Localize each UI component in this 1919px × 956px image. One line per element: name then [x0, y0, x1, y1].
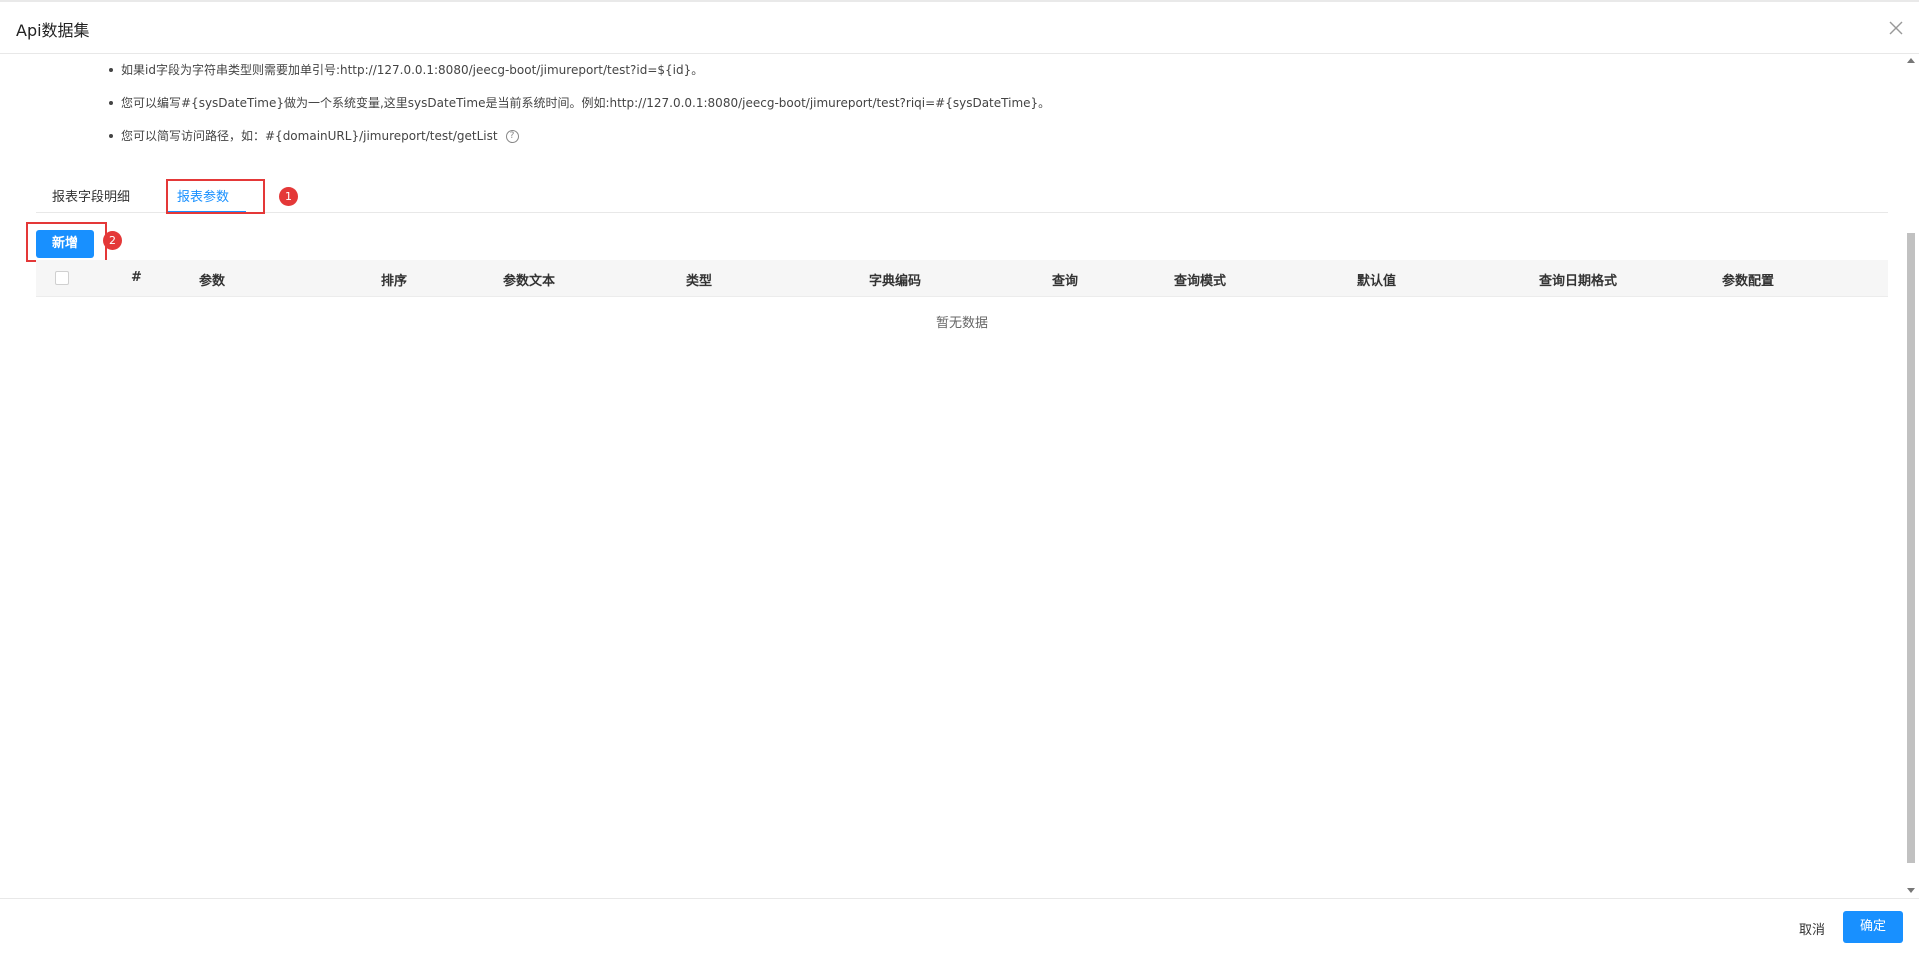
column-header: 查询	[1052, 274, 1079, 289]
highlight-box-tab	[166, 179, 265, 214]
select-all-checkbox[interactable]	[55, 271, 69, 285]
column-header: 查询日期格式	[1539, 274, 1618, 289]
scroll-down-icon[interactable]	[1907, 888, 1915, 893]
tip-item: 如果id字段为字符串类型则需要加单引号:http://127.0.0.1:808…	[108, 58, 1050, 91]
tips-list: 如果id字段为字符串类型则需要加单引号:http://127.0.0.1:808…	[108, 58, 1051, 157]
column-header: 排序	[381, 274, 408, 289]
table-header: # 参数 排序 参数文本 类型 字典编码 查询 查询模式 默认值 查询日期格式 …	[36, 260, 1888, 297]
vertical-scrollbar[interactable]	[1905, 55, 1917, 895]
scroll-up-icon[interactable]	[1907, 58, 1915, 63]
params-table: # 参数 排序 参数文本 类型 字典编码 查询 查询模式 默认值 查询日期格式 …	[36, 260, 1888, 331]
dialog-footer: 取消 确定	[0, 898, 1919, 956]
tip-text: 您可以简写访问路径，如：#{domainURL}/jimureport/test…	[121, 129, 498, 143]
column-header: 参数	[199, 274, 226, 289]
tab-bar: 报表字段明细 报表参数	[36, 178, 1888, 213]
question-icon[interactable]: ?	[505, 130, 519, 143]
column-header: #	[131, 270, 142, 285]
empty-state: 暂无数据	[935, 316, 988, 331]
tip-text: 如果id字段为字符串类型则需要加单引号:http://127.0.0.1:808…	[121, 63, 704, 77]
dialog-header: Api数据集	[0, 2, 1919, 54]
scroll-thumb[interactable]	[1907, 233, 1915, 863]
ok-button[interactable]: 确定	[1843, 911, 1903, 943]
dialog-title: Api数据集	[16, 21, 90, 40]
column-header: 参数配置	[1722, 274, 1775, 289]
cancel-button[interactable]: 取消	[1799, 919, 1825, 938]
column-header: 查询模式	[1174, 274, 1227, 289]
column-header: 类型	[686, 274, 713, 289]
tip-text: 您可以编写#{sysDateTime}做为一个系统变量,这里sysDateTim…	[121, 96, 1051, 110]
step-badge-2: 2	[103, 231, 122, 250]
column-header: 参数文本	[503, 274, 556, 289]
close-icon[interactable]	[1885, 17, 1907, 39]
column-header: 字典编码	[869, 274, 922, 289]
column-header: 默认值	[1357, 274, 1397, 289]
tip-item: 您可以编写#{sysDateTime}做为一个系统变量,这里sysDateTim…	[108, 91, 1051, 124]
tip-item: 您可以简写访问路径，如：#{domainURL}/jimureport/test…	[108, 124, 1050, 157]
step-badge-1: 1	[279, 187, 298, 206]
tab-report-fields[interactable]: 报表字段明细	[52, 186, 130, 205]
highlight-box-add	[26, 222, 107, 262]
